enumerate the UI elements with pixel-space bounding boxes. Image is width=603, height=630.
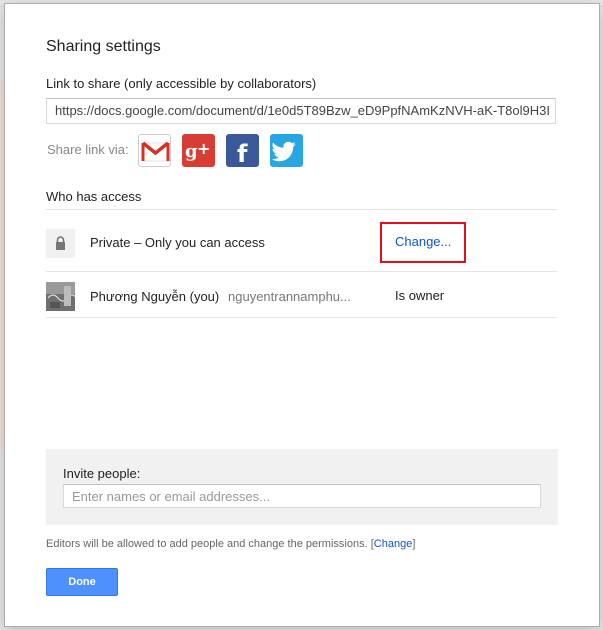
link-to-share-label: Link to share (only accessible by collab…	[46, 76, 317, 91]
invite-panel: Invite people:	[46, 449, 558, 525]
divider	[46, 317, 557, 318]
divider	[46, 209, 557, 210]
owner-role: Is owner	[395, 288, 445, 303]
dialog-title: Sharing settings	[46, 38, 161, 55]
access-level-text: Private – Only you can access	[90, 235, 265, 250]
lock-icon	[46, 229, 75, 258]
twitter-icon[interactable]	[270, 134, 303, 167]
done-button[interactable]: Done	[46, 568, 118, 596]
editors-note-text: Editors will be allowed to add people an…	[46, 538, 368, 550]
facebook-icon[interactable]: f	[226, 134, 259, 167]
divider	[46, 271, 557, 272]
sharing-settings-dialog: Sharing settings Link to share (only acc…	[4, 3, 600, 627]
invite-people-label: Invite people:	[63, 466, 141, 481]
invite-people-input[interactable]	[63, 484, 541, 508]
editors-change-link[interactable]: Change	[374, 538, 413, 550]
owner-name: Phương Nguyễn (you)	[90, 289, 220, 304]
editors-permissions-note: Editors will be allowed to add people an…	[46, 538, 416, 550]
owner-email: nguyentrannamphu...	[228, 289, 351, 304]
avatar	[46, 282, 75, 311]
gmail-icon[interactable]	[138, 134, 171, 167]
svg-text:+: +	[197, 139, 210, 158]
share-link-via-label: Share link via:	[47, 142, 129, 157]
share-link-field[interactable]: https://docs.google.com/document/d/1e0d5…	[46, 98, 556, 124]
highlight-box	[380, 222, 466, 263]
who-has-access-heading: Who has access	[46, 189, 142, 204]
svg-text:f: f	[237, 140, 248, 167]
google-plus-icon[interactable]: g +	[182, 134, 215, 167]
